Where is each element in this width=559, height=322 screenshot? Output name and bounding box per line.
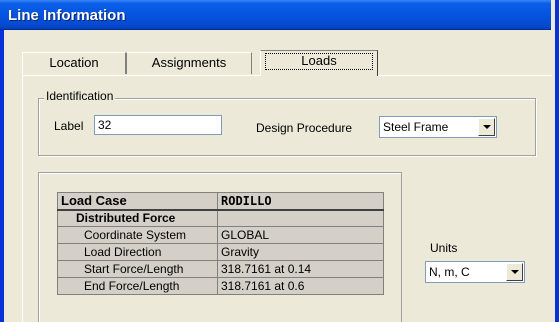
table-row[interactable]: End Force/Length 318.7161 at 0.6 — [57, 277, 384, 295]
load-table: Load Case RODILLO Distributed Force Coor… — [57, 192, 384, 295]
chevron-down-icon[interactable] — [478, 118, 495, 136]
units-select[interactable]: N, m, C — [425, 261, 525, 283]
table-header-row: Load Case RODILLO — [57, 192, 384, 211]
label-caption: Label — [54, 119, 84, 133]
tab-loads-label: Loads — [301, 53, 337, 68]
section-distributed-force: Distributed Force — [57, 209, 218, 227]
table-row[interactable]: Start Force/Length 318.7161 at 0.14 — [57, 260, 384, 278]
tab-assignments-label: Assignments — [151, 55, 227, 70]
tab-loads[interactable]: Loads — [260, 50, 378, 76]
table-row[interactable]: Coordinate System GLOBAL — [57, 226, 384, 244]
identification-group-title: Identification — [44, 89, 116, 103]
header-load-case: Load Case — [57, 192, 218, 211]
window-title: Line Information — [8, 7, 126, 24]
row-name: Load Direction — [57, 243, 218, 261]
design-procedure-select[interactable]: Steel Frame — [379, 116, 497, 138]
row-value[interactable]: GLOBAL — [217, 226, 384, 244]
chevron-down-icon[interactable] — [506, 263, 523, 281]
units-value: N, m, C — [429, 265, 470, 279]
header-load-case-value: RODILLO — [217, 192, 384, 211]
title-bar[interactable]: Line Information — [0, 0, 551, 30]
table-cell-empty — [217, 209, 384, 227]
design-procedure-value: Steel Frame — [383, 120, 449, 134]
row-name: Start Force/Length — [57, 260, 218, 278]
row-value[interactable]: Gravity — [217, 243, 384, 261]
tab-location-label: Location — [49, 55, 99, 70]
row-value[interactable]: 318.7161 at 0.6 — [217, 277, 384, 295]
units-caption: Units — [430, 241, 458, 255]
label-field[interactable]: 32 — [94, 115, 222, 135]
table-row: Distributed Force — [57, 209, 384, 227]
table-row[interactable]: Load Direction Gravity — [57, 243, 384, 261]
tab-location[interactable]: Location — [22, 52, 126, 74]
row-name: End Force/Length — [57, 277, 218, 295]
design-procedure-caption: Design Procedure — [256, 121, 353, 135]
row-name: Coordinate System — [57, 226, 218, 244]
row-value[interactable]: 318.7161 at 0.14 — [217, 260, 384, 278]
tab-assignments[interactable]: Assignments — [126, 52, 252, 74]
